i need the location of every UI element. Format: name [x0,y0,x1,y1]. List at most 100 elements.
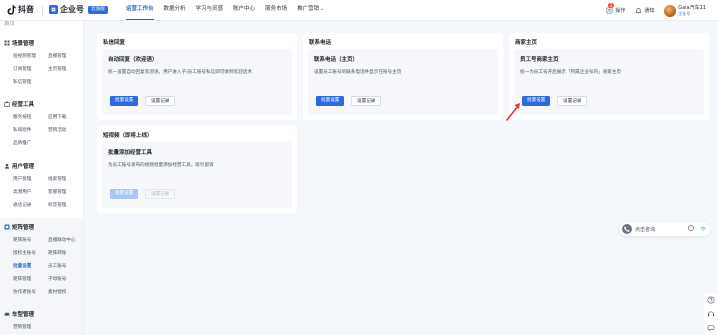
chevron-down-icon: ⌄ [320,6,325,12]
douyin-logo[interactable]: 抖音 [7,4,34,15]
settings-record-button[interactable]: 设置记录 [351,96,382,106]
sidebar-group-label: 用户管理 [12,164,35,170]
card-inner: 联系电话（主页） 设置员工账号的联系电话并显示在账号主页 批量设置 设置记录 [308,49,498,115]
nav-promotion[interactable]: 推广营销⌄ [292,0,329,21]
sidebar-group-tools[interactable]: 经营工具 [4,100,34,108]
settings-record-button-disabled: 设置记录 [145,189,176,199]
consult-label: 点击咨询 [635,227,656,233]
douyin-icon [7,4,16,15]
card-title: 私信回复 [103,40,126,46]
sidebar-item[interactable]: 矩阵账号 [13,238,31,244]
sidebar-group-scene[interactable]: 场景管理 [4,39,34,47]
sidebar-item[interactable]: 员工账号 [48,264,66,270]
logo-divider [42,6,43,15]
sidebar-item[interactable]: 授权主账号 [13,251,36,257]
qiyehao-icon [49,5,58,14]
nav-data-analysis[interactable]: 数据分析 [159,0,191,21]
sidebar-item[interactable]: 素材授权 [48,290,66,296]
card-short-video: 短视频（即将上线） 批量添加经营工具 为员工账号发布的视频批量添加经营工具，吸引… [97,126,297,213]
card-contact-phone: 联系电话 联系电话（主页） 设置员工账号的联系电话并显示在账号主页 批量设置 设… [303,33,503,120]
nav-account-center[interactable]: 账户中心 [228,0,260,21]
sidebar-item[interactable]: 订阅管理 [13,67,31,73]
sidebar-item[interactable]: 通话记录 [13,203,31,209]
edition-badge: 云旗舰 [88,6,108,14]
sidebar-item[interactable]: 私域组件 [13,128,31,134]
sidebar-group-label: 车型管理 [12,312,35,318]
feature-desc: 统一设置自动回复欢迎语。用户进入子/员工账号私信即可收到欢迎话术 [108,70,252,75]
sidebar-item[interactable]: 子母账号 [48,277,66,283]
sidebar-item[interactable]: 矩阵管理 [13,277,31,283]
book-icon: 3 [606,3,614,14]
sidebar-item[interactable]: 主页管理 [48,67,66,73]
message-label: 通知 [644,8,655,14]
matrix-icon [4,224,10,230]
consult-widget[interactable]: 点击咨询 – [620,222,710,236]
bell-icon [635,7,642,14]
feature-title: 员工号商家主页 [520,57,559,63]
sidebar-item[interactable]: 标签管理 [48,203,66,209]
feature-desc: 统一为员工号开启展示「所属企业号的」商家主页 [520,70,622,75]
notification-count-badge: 3 [608,3,614,8]
batch-settings-button[interactable]: 批量设置 [110,96,139,106]
card-inner: 批量添加经营工具 为员工账号发布的视频批量添加经营工具，吸引留资 批量设置 设置… [102,142,292,208]
nav-learning[interactable]: 学习与灵感 [191,0,229,21]
sidebar-item[interactable]: 短视频管理 [13,54,36,60]
help-circle-icon[interactable] [707,296,715,304]
sidebar-home[interactable]: 首页 [4,21,15,27]
settings-record-button[interactable]: 设置记录 [145,96,176,106]
qiyehao-logo[interactable]: 企业号 [49,4,84,15]
sidebar-item[interactable]: 营销活动 [48,128,66,134]
phone-icon [622,224,632,234]
car-icon [4,311,10,317]
sidebar-item[interactable]: 协作者账号 [13,290,36,296]
feature-title: 自动回复（欢迎语） [108,57,158,63]
feedback-icon[interactable] [707,324,715,332]
sidebar: 首页 场景管理 短视频管理 直播管理 订阅管理 主页管理 私信管理 经营工具 服… [0,21,84,335]
sidebar-group-users[interactable]: 用户管理 [4,162,34,170]
douyin-label: 抖音 [18,5,34,14]
grid-icon [4,40,10,46]
briefcase-icon [4,101,10,107]
user-icon [4,163,10,169]
settings-record-button[interactable]: 设置记录 [557,96,588,106]
sidebar-item[interactable]: 线索管理 [48,177,66,183]
headset-icon[interactable] [707,310,715,318]
sidebar-group-label: 经营工具 [12,102,35,108]
sidebar-item-batch-settings[interactable]: 批量设置 [13,264,31,270]
sidebar-item[interactable]: 品牌推广 [13,141,31,147]
sidebar-group-label: 矩阵管理 [12,225,35,231]
nav-service-market[interactable]: 服务市场 [260,0,292,21]
sidebar-item[interactable]: 营销管理 [13,325,31,331]
help-button[interactable]: 3 操作 [606,3,626,14]
sidebar-item[interactable]: 矩阵转账 [48,251,66,257]
feature-desc: 设置员工账号的联系电话并显示在账号主页 [314,70,402,75]
feature-desc: 为员工账号发布的视频批量添加经营工具，吸引留资 [108,163,214,168]
card-inner: 自动回复（欢迎语） 统一设置自动回复欢迎语。用户进入子/员工账号私信即可收到欢迎… [102,49,292,115]
sidebar-item[interactable]: 客服管理 [48,190,66,196]
user-info: Gaia汽车11 企业号 [678,5,706,17]
feature-title: 联系电话（主页） [314,57,359,63]
user-menu[interactable]: Gaia汽车11 企业号 [664,4,706,17]
sidebar-group-label: 场景管理 [12,41,35,47]
sidebar-item[interactable]: 用户管理 [13,177,31,183]
batch-settings-button[interactable]: 批量设置 [522,96,551,106]
sidebar-item[interactable]: 服务按钮 [13,115,31,121]
top-bar: 抖音 企业号 云旗舰 运营工作台 数据分析 学习与灵感 账户中心 服务市场 推广… [0,0,718,21]
sidebar-item[interactable]: 私信管理 [13,80,31,86]
sidebar-group-matrix[interactable]: 矩阵管理 [4,223,34,231]
sidebar-item[interactable]: 直播管理 [48,54,66,60]
batch-settings-button[interactable]: 批量设置 [316,96,345,106]
sidebar-item[interactable]: 应用下载 [48,115,66,121]
top-right-actions: 3 操作 通知 Gaia汽车11 企业号 [606,3,706,18]
help-label: 操作 [615,8,626,14]
sidebar-item[interactable]: 直播联动中心 [48,238,76,244]
minimize-icon[interactable]: – [688,225,694,231]
card-title: 商家主页 [515,40,538,46]
nav-workbench[interactable]: 运营工作台 [121,0,159,21]
batch-settings-button-disabled: 批量设置 [110,189,139,199]
nav-promotion-label: 推广营销 [297,6,320,12]
sidebar-item[interactable]: 高潜用户 [13,190,31,196]
qiyehao-label: 企业号 [60,5,84,14]
sidebar-group-cars[interactable]: 车型管理 [4,310,34,318]
message-button[interactable]: 通知 [635,7,654,14]
